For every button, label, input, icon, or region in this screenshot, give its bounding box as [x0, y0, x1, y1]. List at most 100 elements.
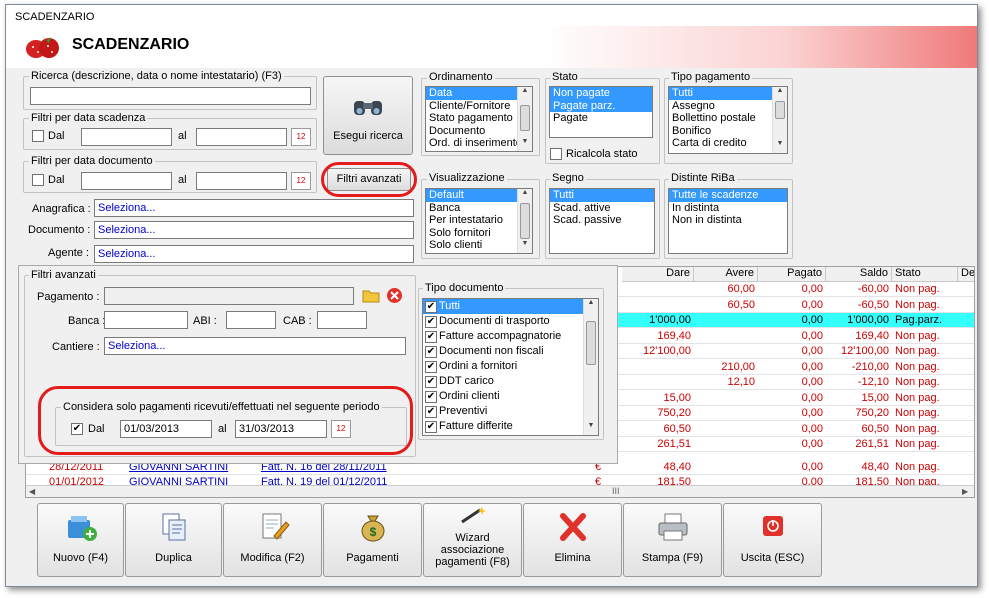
distinte-legend: Distinte RiBa — [669, 172, 737, 184]
column-header[interactable]: De — [958, 267, 974, 282]
horizontal-scrollbar[interactable]: ◀ III ▶ — [26, 485, 974, 497]
doc-date-checkbox[interactable] — [32, 174, 44, 186]
scrollbar[interactable]: ▲ ▼ — [772, 87, 787, 153]
doc-type-item[interactable]: ✔ Fatture accompagnatorie — [423, 329, 598, 344]
tipo-pagamento-list[interactable]: Tutti Assegno Bollettino postale Bonific… — [668, 86, 788, 154]
documento-field[interactable]: Seleziona... — [94, 221, 414, 239]
agente-field[interactable]: Seleziona... — [94, 245, 414, 263]
list-item[interactable]: Assegno — [669, 100, 787, 113]
doc-type-checkbox[interactable]: ✔ — [425, 406, 437, 418]
doc-type-label: DDT carico — [439, 375, 494, 387]
distinte-list[interactable]: Tutte le scadenze In distinta Non in dis… — [668, 188, 788, 254]
list-item[interactable]: Scad. passive — [550, 214, 654, 227]
segno-list[interactable]: Tutti Scad. attive Scad. passive — [549, 188, 655, 254]
doc-type-checkbox[interactable]: ✔ — [425, 421, 437, 433]
column-header[interactable]: Avere — [694, 267, 758, 282]
list-item[interactable]: Non in distinta — [669, 214, 787, 227]
search-input[interactable] — [30, 87, 311, 105]
table-cell: 261,51 — [657, 438, 691, 450]
table-cell: 0,00 — [801, 329, 823, 342]
visualizzazione-list[interactable]: Default Banca Per intestatario Solo forn… — [425, 188, 533, 254]
doc-type-item[interactable]: ✔ Ordini clienti — [423, 389, 598, 404]
cab-field[interactable] — [317, 311, 367, 329]
stato-list[interactable]: Non pagate Pagate parz. Pagate — [549, 86, 653, 138]
table-cell: -60,00 — [857, 283, 889, 295]
doc-type-checkbox[interactable]: ✔ — [425, 301, 437, 313]
due-to-input[interactable] — [196, 128, 287, 146]
stampa-label: Stampa (F9) — [641, 552, 704, 564]
duplica-button[interactable]: Duplica — [125, 503, 222, 577]
recalc-checkbox[interactable] — [550, 148, 562, 160]
column-header[interactable]: Pagato — [758, 267, 826, 282]
list-item[interactable]: Carta di credito — [669, 137, 787, 150]
modifica-button[interactable]: Modifica (F2) — [223, 503, 322, 577]
doc-type-checkbox[interactable]: ✔ — [425, 346, 437, 358]
anagrafica-field[interactable]: Seleziona... — [94, 199, 414, 217]
doc-type-checkbox[interactable]: ✔ — [425, 376, 437, 388]
doc-type-checkbox[interactable]: ✔ — [425, 391, 437, 403]
modifica-label: Modifica (F2) — [240, 552, 305, 564]
due-from-input[interactable] — [81, 128, 172, 146]
doc-type-item[interactable]: ✔ Fatture differite — [423, 419, 598, 434]
table-cell: 1'000,00 — [649, 314, 691, 326]
list-item[interactable]: Bollettino postale — [669, 112, 787, 125]
doc-type-checkbox[interactable]: ✔ — [425, 331, 437, 343]
table-cell: 0,00 — [801, 345, 823, 357]
column-header[interactable]: Stato — [892, 267, 958, 282]
doc-type-item[interactable]: ✔ Ordini a fornitori — [423, 359, 598, 374]
stampa-button[interactable]: Stampa (F9) — [623, 503, 722, 577]
doc-type-item[interactable]: ✔ Tutti — [423, 299, 598, 314]
list-item[interactable]: In distinta — [669, 202, 787, 215]
tipo-documento-list[interactable]: ✔ Tutti ✔ Documenti di trasporto ✔ Fatture ac… — [422, 298, 599, 436]
doc-to-input[interactable] — [196, 172, 287, 190]
list-item[interactable]: Tutti — [550, 189, 654, 202]
doc-type-item[interactable]: ✔ DDT carico — [423, 374, 598, 389]
due-date-checkbox[interactable] — [32, 130, 44, 142]
scrollbar[interactable]: ▲ ▼ — [517, 87, 532, 151]
doc-type-checkbox[interactable]: ✔ — [425, 316, 437, 328]
doc-type-item[interactable]: ✔ Documenti non fiscali — [423, 344, 598, 359]
printer-icon — [656, 512, 690, 542]
scrollbar[interactable]: ▲ ▼ — [583, 299, 598, 435]
table-cell: Non pag. — [895, 345, 940, 357]
folder-icon[interactable] — [362, 287, 380, 303]
list-item[interactable]: Non pagate — [550, 87, 652, 100]
doc-type-item[interactable]: ✔ Documenti di trasporto — [423, 314, 598, 329]
scroll-grip: III — [612, 486, 620, 496]
uscita-button[interactable]: Uscita (ESC) — [723, 503, 822, 577]
pagamenti-label: Pagamenti — [346, 552, 399, 564]
doc-type-checkbox[interactable]: ✔ — [425, 361, 437, 373]
search-button[interactable]: Esegui ricerca — [323, 76, 413, 155]
table-cell: 0,00 — [801, 314, 823, 326]
cantiere-field[interactable]: Seleziona... — [104, 337, 406, 355]
list-item[interactable]: Tutte le scadenze — [669, 189, 787, 202]
column-header[interactable]: Saldo — [826, 267, 892, 282]
due-calendar-icon[interactable]: 12 — [291, 128, 311, 146]
list-item[interactable]: Tutti — [669, 87, 787, 100]
table-cell: 15,00 — [861, 391, 889, 404]
nuovo-button[interactable]: Nuovo (F4) — [37, 503, 124, 577]
list-item[interactable]: Pagate parz. — [550, 99, 652, 112]
column-header[interactable]: Dare — [622, 267, 694, 282]
doc-from-input[interactable] — [81, 172, 172, 190]
doc-date-filter-legend: Filtri per data documento — [29, 155, 155, 167]
abi-field[interactable] — [226, 311, 276, 329]
ordinamento-list[interactable]: Data Cliente/Fornitore Stato pagamento D… — [425, 86, 533, 152]
elimina-button[interactable]: Elimina — [523, 503, 622, 577]
wizard-button[interactable]: Wizard associazione pagamenti (F8) — [423, 503, 522, 577]
highlight-ring — [38, 386, 413, 455]
list-item[interactable]: Scad. attive — [550, 202, 654, 215]
due-to-label: al — [178, 130, 187, 142]
table-cell: 1'000,00 — [847, 314, 889, 326]
pagamenti-button[interactable]: $ Pagamenti — [323, 503, 422, 577]
banca-field[interactable] — [104, 311, 188, 329]
doc-type-item[interactable]: ✔ Preventivi — [423, 404, 598, 419]
list-item[interactable]: Bonifico — [669, 125, 787, 138]
doc-calendar-icon[interactable]: 12 — [291, 172, 311, 190]
strawberry-logo-icon — [26, 36, 59, 58]
clear-icon[interactable] — [386, 287, 403, 304]
scrollbar[interactable]: ▲ ▼ — [517, 189, 532, 253]
doc-to-label: al — [178, 174, 187, 186]
list-item[interactable]: Pagate — [550, 112, 652, 125]
table-cell: 12,10 — [727, 376, 755, 388]
